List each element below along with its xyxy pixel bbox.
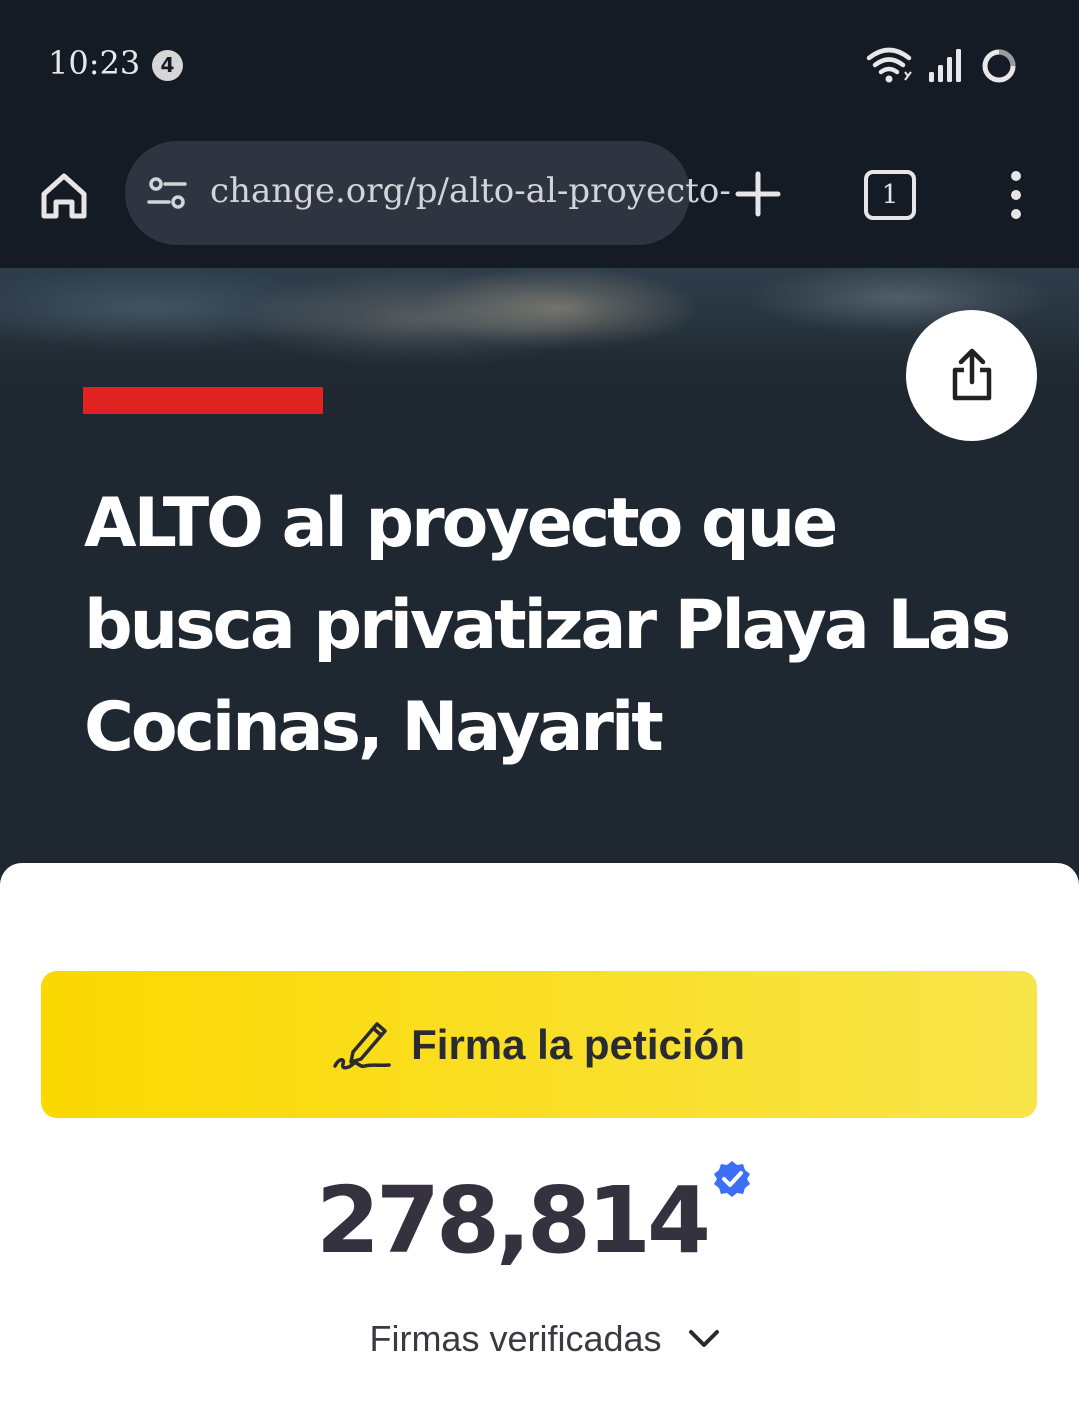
url-text: change.org/p/alto-al-proyecto- xyxy=(210,171,731,211)
url-bar[interactable]: change.org/p/alto-al-proyecto- xyxy=(125,141,731,245)
wifi-icon xyxy=(866,47,912,83)
share-icon xyxy=(952,348,992,401)
status-bar: 10:23 4 xyxy=(0,0,1079,130)
home-icon xyxy=(41,173,87,219)
sync-icon xyxy=(982,49,1016,83)
sign-petition-button[interactable]: Firma la petición xyxy=(41,971,1037,1118)
new-tab-button[interactable] xyxy=(734,170,782,218)
petition-card: Firma la petición 278,814 Firmas verific… xyxy=(0,863,1079,1417)
menu-button[interactable] xyxy=(1000,170,1032,220)
tabs-icon[interactable]: 1 xyxy=(864,170,916,220)
verified-signatures-toggle[interactable]: Firmas verificadas xyxy=(0,1318,1079,1360)
sign-button-label: Firma la petición xyxy=(411,1020,745,1068)
status-icons xyxy=(865,42,1019,90)
petition-title: ALTO al proyecto que busca privatizar Pl… xyxy=(84,484,1011,767)
browser-toolbar: change.org/p/alto-al-proyecto- 1 xyxy=(0,130,1079,268)
chevron-down-icon xyxy=(688,1330,719,1347)
accent-bar xyxy=(83,387,323,414)
petition-hero: ALTO al proyecto que busca privatizar Pl… xyxy=(0,268,1079,908)
signature-count: 278,814 xyxy=(315,1167,711,1274)
tune-icon[interactable] xyxy=(147,175,187,211)
notification-count-badge: 4 xyxy=(152,50,183,81)
home-button[interactable] xyxy=(36,168,92,224)
more-vert-icon xyxy=(1011,171,1021,219)
plus-icon xyxy=(735,171,781,217)
signal-icon xyxy=(929,49,961,82)
verified-label: Firmas verificadas xyxy=(369,1318,662,1359)
pen-signature-icon xyxy=(333,1021,391,1069)
status-time: 10:23 xyxy=(48,44,141,82)
verified-badge-icon xyxy=(714,1161,750,1197)
share-button[interactable] xyxy=(906,310,1037,441)
